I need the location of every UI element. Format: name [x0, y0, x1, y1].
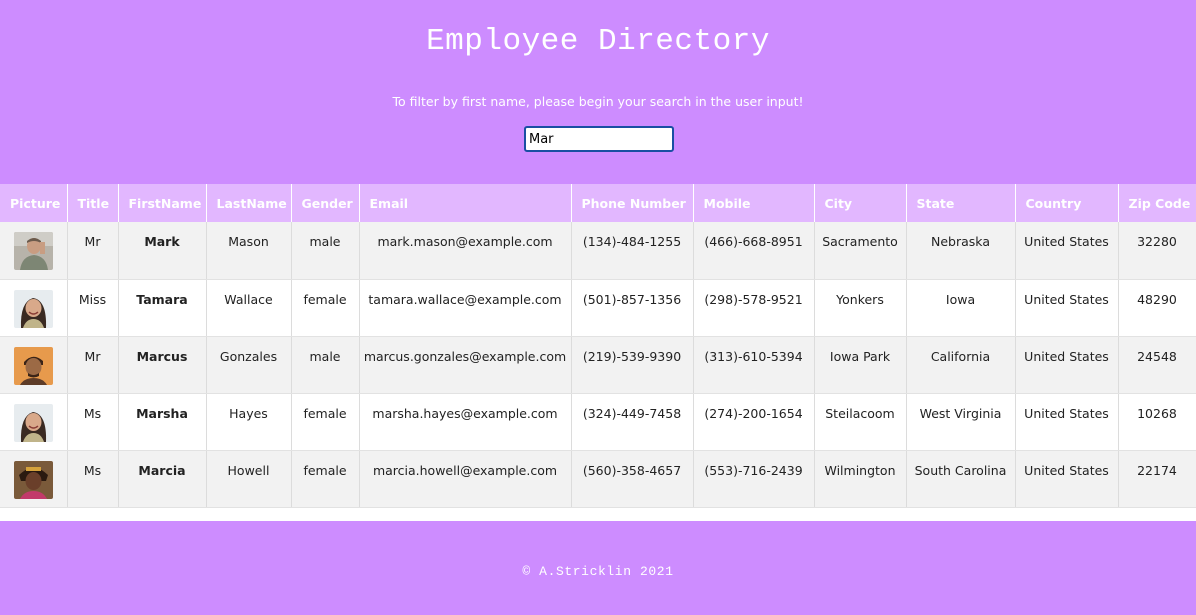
gender-cell: female — [291, 279, 360, 337]
column-header-firstname[interactable]: FirstName — [118, 184, 207, 222]
table-row: Ms Marsha Hayes female marsha.hayes@exam… — [0, 393, 1196, 451]
picture-cell — [0, 393, 68, 451]
avatar — [13, 403, 53, 442]
title-cell: Miss — [67, 279, 119, 337]
gender-cell: female — [291, 393, 360, 451]
state-cell: South Carolina — [906, 450, 1016, 508]
country-cell: United States — [1015, 279, 1119, 337]
phone-cell: (219)-539-9390 — [571, 336, 694, 394]
table-row: Miss Tamara Wallace female tamara.wallac… — [0, 279, 1196, 337]
table-row: Mr Marcus Gonzales male marcus.gonzales@… — [0, 336, 1196, 394]
phone-cell: (501)-857-1356 — [571, 279, 694, 337]
mobile-cell: (313)-610-5394 — [693, 336, 815, 394]
table-row: Ms Marcia Howell female marcia.howell@ex… — [0, 450, 1196, 508]
state-cell: West Virginia — [906, 393, 1016, 451]
mobile-cell: (274)-200-1654 — [693, 393, 815, 451]
table-header-row: Picture Title FirstName LastName Gender … — [0, 184, 1196, 222]
column-header-state[interactable]: State — [906, 184, 1016, 222]
country-cell: United States — [1015, 450, 1119, 508]
phone-cell: (324)-449-7458 — [571, 393, 694, 451]
title-cell: Mr — [67, 222, 119, 280]
city-cell: Wilmington — [814, 450, 907, 508]
zip-cell: 24548 — [1118, 336, 1196, 394]
phone-cell: (134)-484-1255 — [571, 222, 694, 280]
zip-cell: 32280 — [1118, 222, 1196, 280]
mobile-cell: (466)-668-8951 — [693, 222, 815, 280]
column-header-zip[interactable]: Zip Code — [1118, 184, 1196, 222]
country-cell: United States — [1015, 393, 1119, 451]
column-header-city[interactable]: City — [814, 184, 907, 222]
title-cell: Ms — [67, 450, 119, 508]
avatar — [13, 232, 53, 270]
zip-cell: 22174 — [1118, 450, 1196, 508]
firstname-cell: Marcia — [118, 450, 207, 508]
city-cell: Sacramento — [814, 222, 907, 280]
firstname-cell: Tamara — [118, 279, 207, 337]
city-cell: Iowa Park — [814, 336, 907, 394]
mobile-cell: (553)-716-2439 — [693, 450, 815, 508]
filter-instructions: To filter by first name, please begin yo… — [392, 94, 804, 109]
column-header-picture[interactable]: Picture — [0, 184, 68, 222]
email-cell: marsha.hayes@example.com — [359, 393, 572, 451]
lastname-cell: Wallace — [206, 279, 292, 337]
lastname-cell: Mason — [206, 222, 292, 280]
zip-cell: 48290 — [1118, 279, 1196, 337]
avatar — [13, 460, 53, 499]
email-cell: tamara.wallace@example.com — [359, 279, 572, 337]
copyright-text: © A.Stricklin 2021 — [522, 564, 674, 579]
lastname-cell: Gonzales — [206, 336, 292, 394]
country-cell: United States — [1015, 336, 1119, 394]
page-title: Employee Directory — [426, 24, 770, 59]
country-cell: United States — [1015, 222, 1119, 280]
column-header-mobile[interactable]: Mobile — [693, 184, 815, 222]
page-header: Employee Directory To filter by first na… — [0, 0, 1196, 184]
column-header-country[interactable]: Country — [1015, 184, 1119, 222]
title-cell: Mr — [67, 336, 119, 394]
gender-cell: male — [291, 222, 360, 280]
picture-cell — [0, 450, 68, 508]
lastname-cell: Howell — [206, 450, 292, 508]
lastname-cell: Hayes — [206, 393, 292, 451]
state-cell: California — [906, 336, 1016, 394]
search-input[interactable] — [524, 126, 674, 152]
city-cell: Steilacoom — [814, 393, 907, 451]
gender-cell: female — [291, 450, 360, 508]
title-cell: Ms — [67, 393, 119, 451]
column-header-title[interactable]: Title — [67, 184, 119, 222]
employee-table: Picture Title FirstName LastName Gender … — [0, 184, 1196, 508]
zip-cell: 10268 — [1118, 393, 1196, 451]
column-header-lastname[interactable]: LastName — [206, 184, 292, 222]
firstname-cell: Marcus — [118, 336, 207, 394]
gender-cell: male — [291, 336, 360, 394]
avatar — [13, 289, 53, 328]
state-cell: Nebraska — [906, 222, 1016, 280]
picture-cell — [0, 222, 68, 280]
firstname-cell: Mark — [118, 222, 207, 280]
email-cell: marcia.howell@example.com — [359, 450, 572, 508]
column-header-email[interactable]: Email — [359, 184, 572, 222]
page-footer: © A.Stricklin 2021 — [0, 521, 1196, 615]
email-cell: marcus.gonzales@example.com — [359, 336, 572, 394]
picture-cell — [0, 336, 68, 394]
table-row: Mr Mark Mason male mark.mason@example.co… — [0, 222, 1196, 280]
column-header-gender[interactable]: Gender — [291, 184, 360, 222]
avatar — [13, 346, 53, 385]
mobile-cell: (298)-578-9521 — [693, 279, 815, 337]
email-cell: mark.mason@example.com — [359, 222, 572, 280]
city-cell: Yonkers — [814, 279, 907, 337]
state-cell: Iowa — [906, 279, 1016, 337]
phone-cell: (560)-358-4657 — [571, 450, 694, 508]
column-header-phone[interactable]: Phone Number — [571, 184, 694, 222]
picture-cell — [0, 279, 68, 337]
firstname-cell: Marsha — [118, 393, 207, 451]
